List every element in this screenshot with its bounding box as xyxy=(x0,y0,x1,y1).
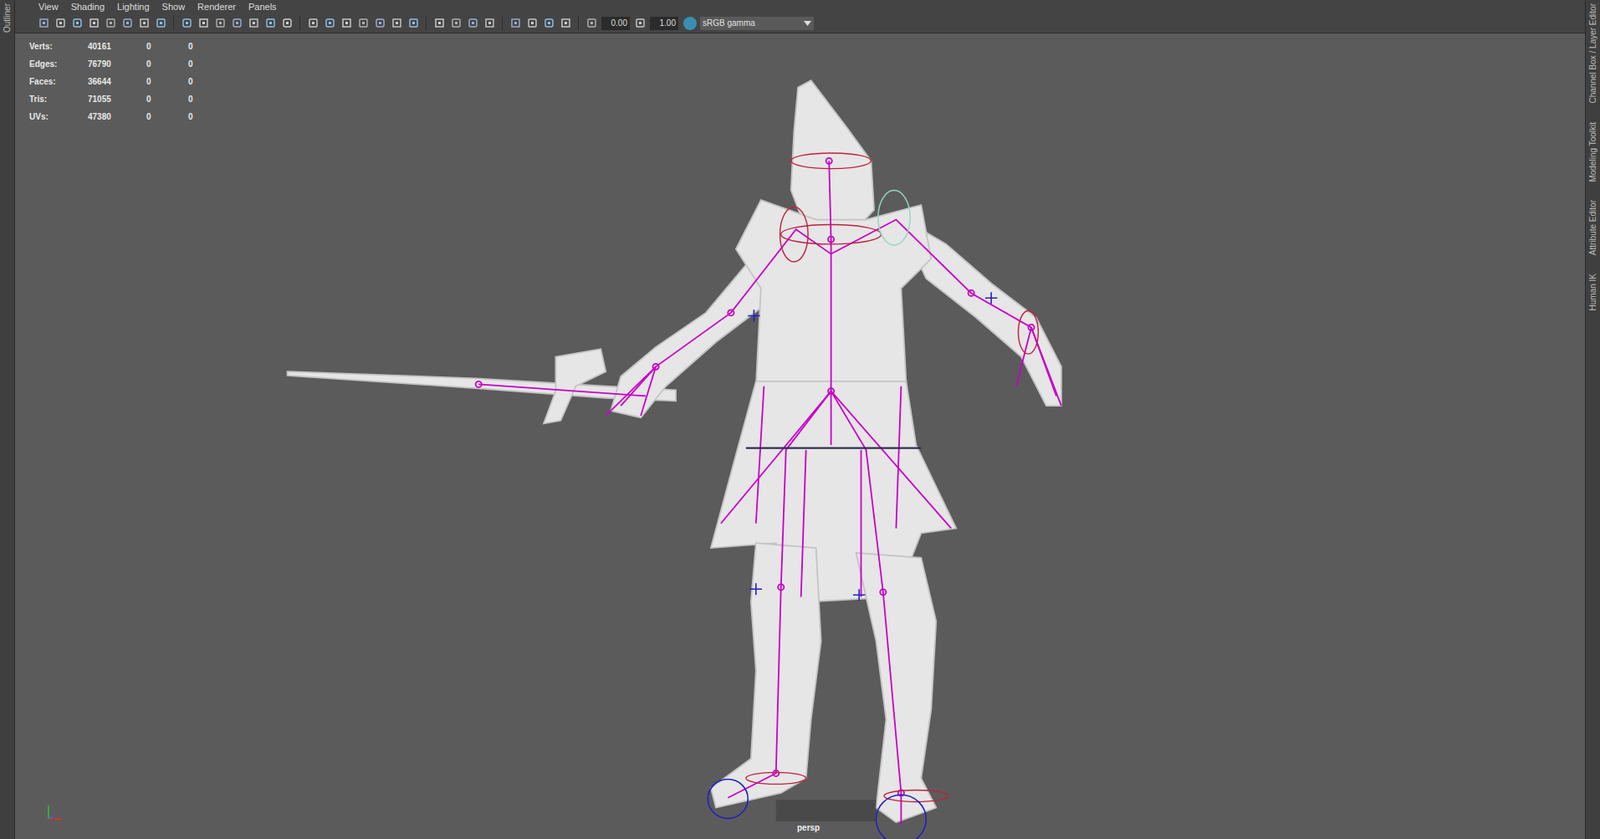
tool-icon[interactable] xyxy=(246,16,261,31)
hud-label: Tris: xyxy=(29,92,88,106)
tool-icon[interactable] xyxy=(406,16,420,31)
panel-menu-bar: View Shading Lighting Show Renderer Panels xyxy=(15,0,1585,14)
camera-label: persp xyxy=(797,821,820,834)
hud-table: Verts:4016100Edges:7679000Faces:3664400T… xyxy=(29,40,239,123)
separator xyxy=(425,16,427,31)
color-space-dropdown[interactable]: sRGB gamma xyxy=(700,16,814,31)
hud-value: 71055 xyxy=(87,92,147,106)
menu-item[interactable]: View xyxy=(38,0,59,14)
hud-value: 0 xyxy=(188,57,239,71)
separator xyxy=(501,16,503,31)
tool-icon[interactable] xyxy=(179,16,194,31)
dropdown-arrow-icon xyxy=(803,20,812,26)
side-tab[interactable]: Channel Box / Layer Editor xyxy=(1587,3,1600,104)
hud-value: 0 xyxy=(188,40,239,53)
side-tab[interactable]: Outliner xyxy=(1,3,14,33)
right-tab-strip: Channel Box / Layer Editor Modeling Toolk… xyxy=(1584,0,1600,839)
side-tab[interactable]: Modeling Toolkit xyxy=(1587,122,1600,183)
tool-icon[interactable] xyxy=(230,16,244,31)
tool-icon[interactable] xyxy=(196,16,210,31)
menu-item[interactable]: Panels xyxy=(248,0,277,14)
exposure-field[interactable]: 0.00 xyxy=(601,16,630,31)
tool-icon[interactable] xyxy=(263,16,277,31)
hud-value: 0 xyxy=(188,92,239,106)
tool-icon[interactable] xyxy=(306,16,320,31)
tool-icon[interactable] xyxy=(339,16,353,31)
menu-item[interactable]: Shading xyxy=(71,0,105,14)
tool-icon[interactable] xyxy=(584,16,599,31)
tool-icon[interactable] xyxy=(389,16,404,31)
panel-toolbar: 0.00 1.00 sRGB gamma xyxy=(15,13,1585,34)
tool-icon[interactable] xyxy=(449,16,463,31)
tool-icon[interactable] xyxy=(213,16,227,31)
tool-icon[interactable] xyxy=(103,16,118,31)
menu-item[interactable]: Lighting xyxy=(117,0,150,14)
hud-value: 0 xyxy=(146,57,189,71)
gamma-field[interactable]: 1.00 xyxy=(649,16,679,31)
side-tab[interactable]: Human IK xyxy=(1587,273,1600,311)
tool-icon[interactable] xyxy=(356,16,370,31)
character-model[interactable] xyxy=(15,33,1585,839)
menu-item[interactable]: Renderer xyxy=(197,0,236,14)
viewport[interactable]: Verts:4016100Edges:7679000Faces:3664400T… xyxy=(15,33,1585,839)
tool-icon[interactable] xyxy=(465,16,480,31)
separator xyxy=(577,16,579,31)
hud-value: 76790 xyxy=(87,57,147,71)
tool-icon[interactable] xyxy=(36,16,51,31)
hud-value: 47380 xyxy=(87,110,147,123)
color-management-icon[interactable] xyxy=(683,16,697,31)
hud-value: 0 xyxy=(146,92,189,106)
tool-icon[interactable] xyxy=(86,16,101,31)
tool-icon[interactable] xyxy=(633,16,647,31)
hud-value: 36644 xyxy=(87,75,147,88)
left-tab-strip: Outliner xyxy=(0,0,16,839)
hud-label: Edges: xyxy=(29,57,88,71)
tool-icon[interactable] xyxy=(137,16,151,31)
side-tab[interactable]: Attribute Editor xyxy=(1587,199,1600,256)
tool-icon[interactable] xyxy=(508,16,522,31)
tool-icon[interactable] xyxy=(153,16,168,31)
hud-label: Verts: xyxy=(29,40,88,53)
menu-item[interactable]: Show xyxy=(162,0,186,14)
tool-icon[interactable] xyxy=(432,16,446,31)
tool-icon[interactable] xyxy=(120,16,134,31)
tool-icon[interactable] xyxy=(322,16,337,31)
hud-value: 0 xyxy=(146,40,189,53)
separator xyxy=(299,16,301,31)
separator xyxy=(173,16,174,31)
hud-label: UVs: xyxy=(29,110,88,123)
tool-icon[interactable] xyxy=(280,16,294,31)
tool-icon[interactable] xyxy=(558,16,573,31)
tool-icon[interactable] xyxy=(70,16,84,31)
hud-value: 0 xyxy=(146,75,189,88)
tool-icon[interactable] xyxy=(53,16,67,31)
tool-icon[interactable] xyxy=(482,16,496,31)
hud-value: 40161 xyxy=(87,40,147,53)
tool-icon[interactable] xyxy=(373,16,387,31)
hud-value: 0 xyxy=(146,110,189,123)
hud-value: 0 xyxy=(188,110,239,123)
hud-value: 0 xyxy=(188,75,239,88)
hud-label: Faces: xyxy=(29,75,88,88)
tool-icon[interactable] xyxy=(541,16,556,31)
poly-count-hud: Verts:4016100Edges:7679000Faces:3664400T… xyxy=(29,40,239,123)
axis-gizmo-icon xyxy=(45,802,67,824)
tool-icon[interactable] xyxy=(525,16,539,31)
